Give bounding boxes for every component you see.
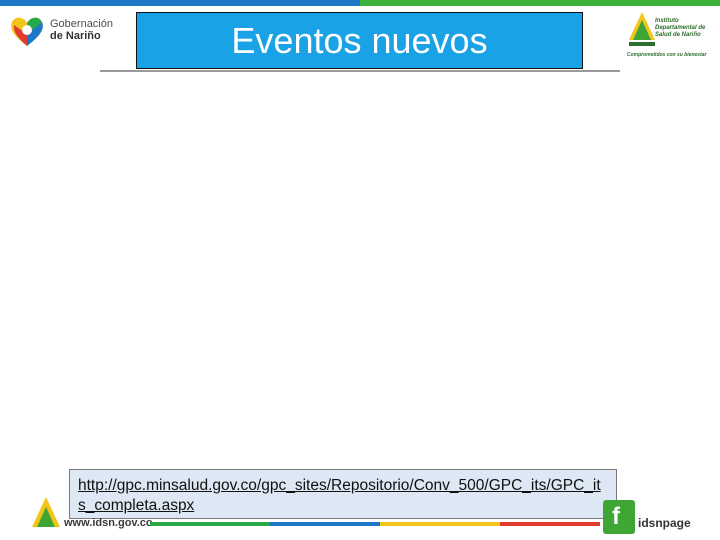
heart-logo-icon: [11, 17, 43, 46]
footer-website[interactable]: www.idsn.gov.co: [64, 517, 153, 529]
idsn-logo: Instituto Departamental de Salud de Nari…: [625, 8, 717, 64]
facebook-handle[interactable]: idsnpage: [638, 516, 691, 530]
slide-title-box: Eventos nuevos: [136, 12, 583, 69]
footer-stripe-yellow: [380, 522, 500, 526]
idsn-emblem-icon: [629, 12, 655, 46]
idsn-name: Instituto Departamental de Salud de Nari…: [655, 18, 706, 38]
logo-text-line1: Gobernación: [50, 18, 113, 30]
footer-stripe-blue: [270, 522, 380, 526]
reference-link-box: http://gpc.minsalud.gov.co/gpc_sites/Rep…: [69, 469, 617, 519]
idsn-footer-emblem-icon: [32, 497, 60, 527]
facebook-icon[interactable]: f: [603, 500, 635, 534]
header-divider: [100, 70, 620, 72]
top-accent-bar-blue: [0, 0, 360, 6]
gpc-its-link[interactable]: http://gpc.minsalud.gov.co/gpc_sites/Rep…: [78, 476, 608, 516]
footer-stripe-green: [150, 522, 270, 526]
logo-text-line2: de Nariño: [50, 30, 101, 42]
idsn-slogan: Comprometidos con su bienestar: [627, 52, 707, 58]
slide-title: Eventos nuevos: [231, 19, 488, 61]
footer-stripe-red: [500, 522, 600, 526]
gobernacion-narino-logo: Gobernación de Nariño: [8, 14, 113, 54]
top-accent-bar-green: [360, 0, 720, 6]
